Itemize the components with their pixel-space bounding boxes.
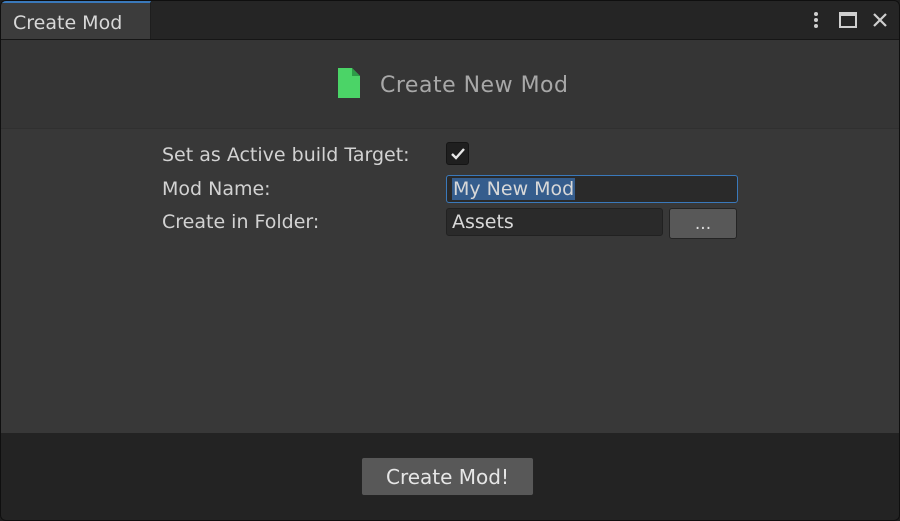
close-icon[interactable] <box>869 9 891 31</box>
tab-label: Create Mod <box>13 12 123 34</box>
window-controls <box>805 9 891 31</box>
active-target-checkbox[interactable] <box>446 142 469 165</box>
tab-bar: Create Mod <box>1 1 899 40</box>
create-mod-window: Create Mod Create New Mod Set as Active … <box>0 0 900 521</box>
footer: Create Mod! <box>1 433 899 520</box>
maximize-icon[interactable] <box>837 9 859 31</box>
mod-name-value: My New Mod <box>452 178 576 200</box>
header: Create New Mod <box>1 40 899 129</box>
tab-create-mod[interactable]: Create Mod <box>1 1 151 39</box>
checkmark-icon <box>450 147 465 160</box>
browse-folder-button[interactable]: ... <box>669 208 737 239</box>
more-options-icon[interactable] <box>805 9 827 31</box>
mod-name-input[interactable]: My New Mod <box>446 175 738 203</box>
folder-label: Create in Folder: <box>162 211 320 233</box>
active-target-label: Set as Active build Target: <box>162 144 410 166</box>
page-title: Create New Mod <box>380 72 569 98</box>
folder-input[interactable]: Assets <box>446 208 663 236</box>
file-icon <box>336 66 362 104</box>
create-mod-button[interactable]: Create Mod! <box>361 457 534 496</box>
mod-name-label: Mod Name: <box>162 178 271 200</box>
folder-value: Assets <box>452 211 514 233</box>
window-content: Create New Mod Set as Active build Targe… <box>1 40 899 433</box>
